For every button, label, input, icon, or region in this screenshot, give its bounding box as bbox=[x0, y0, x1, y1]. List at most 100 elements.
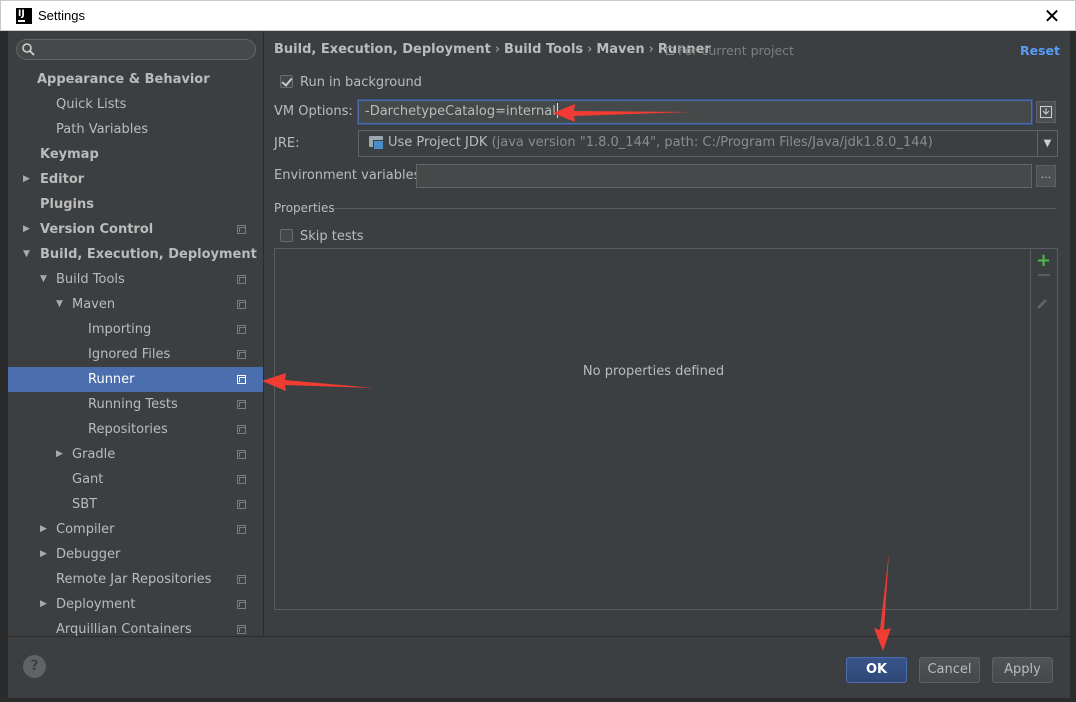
tree-item-label: SBT bbox=[72, 497, 98, 512]
properties-empty-text: No properties defined bbox=[582, 364, 725, 379]
chevron-down-icon[interactable]: ▼ bbox=[23, 242, 33, 267]
expand-icon bbox=[1040, 106, 1052, 118]
chevron-right-icon[interactable]: ▶ bbox=[40, 517, 50, 542]
vm-options-input[interactable]: -DarchetypeCatalog=internal bbox=[358, 100, 1032, 124]
jre-value: Use Project JDK bbox=[388, 135, 488, 150]
dialog-button-bar: ? OK Cancel Apply bbox=[8, 636, 1070, 698]
chevron-right-icon[interactable]: ▶ bbox=[23, 167, 33, 192]
tree-item-label: Deployment bbox=[56, 597, 136, 612]
chevron-down-icon: ▼ bbox=[1043, 138, 1052, 149]
close-window-button[interactable]: ✕ bbox=[1043, 5, 1061, 27]
tree-item[interactable]: Path Variables bbox=[8, 117, 263, 142]
project-scope-icon bbox=[237, 450, 246, 459]
section-separator bbox=[334, 208, 1056, 209]
ok-button[interactable]: OK bbox=[846, 657, 907, 683]
tree-item[interactable]: ▶ Editor bbox=[8, 167, 263, 192]
tree-item[interactable]: Runner bbox=[8, 367, 263, 392]
tree-item[interactable]: Repositories bbox=[8, 417, 263, 442]
tree-item[interactable]: Remote Jar Repositories bbox=[8, 567, 263, 592]
project-scope-icon bbox=[237, 225, 246, 234]
project-scope-icon bbox=[237, 325, 246, 334]
project-scope-icon bbox=[237, 525, 246, 534]
settings-tree-panel: Appearance & Behavior Quick Lists Path Var… bbox=[8, 31, 263, 636]
tree-item-label: Gant bbox=[72, 472, 104, 487]
tree-item[interactable]: ▼ Build Tools bbox=[8, 267, 263, 292]
chevron-right-icon[interactable]: ▶ bbox=[40, 592, 50, 617]
properties-table[interactable]: No properties defined bbox=[274, 248, 1031, 610]
jre-label: JRE: bbox=[274, 136, 300, 151]
tree-item[interactable]: Importing bbox=[8, 317, 263, 342]
tree-item-label: Path Variables bbox=[56, 122, 149, 137]
cancel-button[interactable]: Cancel bbox=[919, 657, 980, 683]
tree-item-label: Runner bbox=[88, 372, 135, 387]
skip-tests-label: Skip tests bbox=[300, 229, 364, 244]
reset-link[interactable]: Reset bbox=[1020, 43, 1060, 58]
project-scope-icon bbox=[237, 600, 246, 609]
tree-item-label: Remote Jar Repositories bbox=[56, 572, 212, 587]
expand-vm-options-button[interactable] bbox=[1036, 101, 1056, 123]
tree-item[interactable]: ▶ Debugger bbox=[8, 542, 263, 567]
jre-select[interactable]: Use Project JDK (java version "1.8.0_144… bbox=[358, 130, 1038, 157]
jre-dropdown-button[interactable]: ▼ bbox=[1038, 130, 1058, 157]
add-property-button[interactable]: + bbox=[1036, 251, 1051, 271]
tree-item-label: Gradle bbox=[72, 447, 116, 462]
tree-item-label: Quick Lists bbox=[56, 97, 127, 112]
window-title: Settings bbox=[38, 8, 85, 23]
tree-item-label: Build Tools bbox=[56, 272, 125, 287]
tree-item-label: Appearance & Behavior bbox=[37, 72, 210, 87]
properties-section-title: Properties bbox=[274, 201, 335, 215]
apply-button[interactable]: Apply bbox=[992, 657, 1053, 683]
app-logo-text: IJ bbox=[18, 9, 25, 19]
tree-item[interactable]: ▼ Build, Execution, Deployment bbox=[8, 242, 263, 267]
project-scope-icon bbox=[237, 375, 246, 384]
project-scope-icon bbox=[237, 625, 246, 634]
chevron-right-icon[interactable]: ▶ bbox=[56, 442, 66, 467]
tree-item[interactable]: Running Tests bbox=[8, 392, 263, 417]
runner-settings-panel: Build, Execution, Deployment › Build Tools… bbox=[264, 31, 1070, 636]
tree-item[interactable]: Keymap bbox=[8, 142, 263, 167]
tree-item[interactable]: ▶ Compiler bbox=[8, 517, 263, 542]
tree-item[interactable]: Quick Lists bbox=[8, 92, 263, 117]
tree-item-label: Plugins bbox=[40, 197, 94, 212]
help-button[interactable]: ? bbox=[23, 655, 46, 678]
project-scope-icon bbox=[666, 47, 674, 55]
search-field[interactable] bbox=[16, 39, 256, 60]
run-in-background-checkbox[interactable] bbox=[280, 75, 293, 88]
edit-property-button[interactable] bbox=[1035, 297, 1049, 311]
project-scope-icon bbox=[237, 300, 246, 309]
env-vars-input[interactable] bbox=[416, 164, 1032, 188]
vm-options-label: VM Options: bbox=[274, 104, 353, 119]
tree-item[interactable]: ▶ Deployment bbox=[8, 592, 263, 617]
tree-item[interactable]: Arquillian Containers bbox=[8, 617, 263, 636]
env-vars-browse-button[interactable]: ... bbox=[1036, 165, 1056, 187]
breadcrumb-separator: › bbox=[587, 42, 593, 57]
skip-tests-checkbox[interactable] bbox=[280, 229, 293, 242]
tree-item-label: Repositories bbox=[88, 422, 168, 437]
remove-property-button[interactable] bbox=[1038, 274, 1050, 276]
breadcrumb-item: Maven bbox=[596, 42, 645, 57]
project-scope-icon bbox=[237, 275, 246, 284]
chevron-right-icon[interactable]: ▶ bbox=[40, 542, 50, 567]
tree-item[interactable]: ▼ Maven bbox=[8, 292, 263, 317]
run-in-background-label: Run in background bbox=[300, 75, 422, 90]
tree-item-label: Ignored Files bbox=[88, 347, 171, 362]
tree-item[interactable]: ▶ Gradle bbox=[8, 442, 263, 467]
tree-item-label: Debugger bbox=[56, 547, 121, 562]
tree-item-label: Editor bbox=[40, 172, 85, 187]
tree-item[interactable]: SBT bbox=[8, 492, 263, 517]
search-input[interactable] bbox=[39, 41, 249, 58]
chevron-down-icon[interactable]: ▼ bbox=[40, 267, 50, 292]
project-scope-icon bbox=[237, 475, 246, 484]
window-frame-left bbox=[0, 31, 8, 702]
tree-item[interactable]: Appearance & Behavior bbox=[8, 67, 263, 92]
project-scope-icon bbox=[237, 400, 246, 409]
tree-item[interactable]: Gant bbox=[8, 467, 263, 492]
tree-item[interactable]: Ignored Files bbox=[8, 342, 263, 367]
tree-item-label: Build, Execution, Deployment bbox=[40, 247, 257, 262]
chevron-right-icon[interactable]: ▶ bbox=[23, 217, 33, 242]
chevron-down-icon[interactable]: ▼ bbox=[56, 292, 66, 317]
tree-item[interactable]: ▶ Version Control bbox=[8, 217, 263, 242]
project-scope-icon bbox=[237, 350, 246, 359]
project-scope-icon bbox=[237, 575, 246, 584]
tree-item[interactable]: Plugins bbox=[8, 192, 263, 217]
